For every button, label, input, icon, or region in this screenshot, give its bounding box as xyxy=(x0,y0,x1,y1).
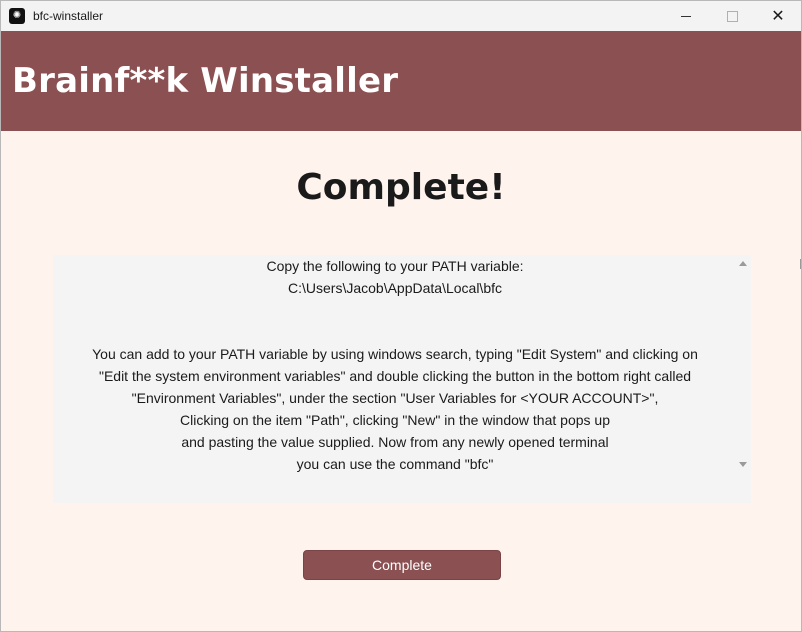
maximize-button[interactable] xyxy=(709,1,755,31)
app-header-title: Brainf**k Winstaller xyxy=(12,61,399,101)
instructions-text: Copy the following to your PATH variable… xyxy=(53,255,737,503)
window-controls: ✕ xyxy=(663,1,801,31)
app-window: ✺ bfc-winstaller ✕ Brainf**k Winstaller … xyxy=(0,0,802,632)
window-title: bfc-winstaller xyxy=(33,9,104,23)
app-logo-icon: ✺ xyxy=(9,8,25,24)
complete-button[interactable]: Complete xyxy=(303,550,501,580)
instructions-line: Copy the following to your PATH variable… xyxy=(266,258,524,274)
scroll-up-arrow-icon[interactable] xyxy=(739,261,747,266)
path-value: C:\Users\Jacob\AppData\Local\bfc xyxy=(288,280,502,296)
instructions-line: "Edit the system environment variables" … xyxy=(98,368,692,384)
close-icon: ✕ xyxy=(771,8,785,25)
instructions-line: you can use the command "bfc" xyxy=(296,456,494,472)
instructions-line: "Environment Variables", under the secti… xyxy=(131,390,659,406)
title-bar[interactable]: ✺ bfc-winstaller ✕ xyxy=(1,1,801,31)
minimize-icon xyxy=(681,15,691,17)
instructions-line: You can add to your PATH variable by usi… xyxy=(92,346,698,362)
instructions-line: Clicking on the item "Path", clicking "N… xyxy=(180,412,610,428)
window-scrollbar-thumb[interactable] xyxy=(800,259,801,269)
maximize-icon xyxy=(726,10,738,22)
scroll-down-arrow-icon[interactable] xyxy=(739,462,747,467)
instructions-line: and pasting the value supplied. Now from… xyxy=(181,434,609,450)
page-title: Complete! xyxy=(296,167,506,208)
minimize-button[interactable] xyxy=(663,1,709,31)
app-header: Brainf**k Winstaller xyxy=(1,31,801,131)
close-button[interactable]: ✕ xyxy=(755,1,801,31)
instructions-textbox[interactable]: Copy the following to your PATH variable… xyxy=(53,255,751,503)
